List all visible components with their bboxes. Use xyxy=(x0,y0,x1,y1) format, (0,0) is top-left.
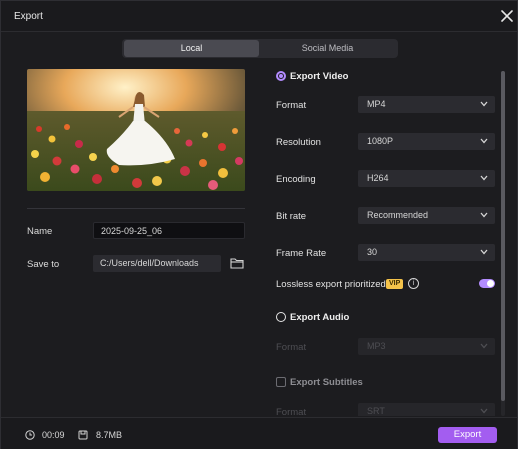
subtitle-format-select[interactable]: SRT xyxy=(358,403,495,416)
save-to-label: Save to xyxy=(27,259,60,270)
save-to-path-field[interactable]: C:/Users/dell/Downloads xyxy=(93,255,221,272)
divider xyxy=(27,208,245,209)
chevron-down-icon xyxy=(480,101,488,107)
video-preview-thumbnail xyxy=(27,69,245,191)
format-value: MP4 xyxy=(367,99,386,109)
chevron-down-icon xyxy=(480,408,488,414)
close-icon xyxy=(501,10,513,22)
export-video-radio[interactable] xyxy=(276,71,286,81)
export-target-tabs: Local Social Media xyxy=(122,39,398,58)
bit-rate-select[interactable]: Recommended xyxy=(358,207,495,224)
footer-bar: 00:09 8.7MB Export xyxy=(1,417,517,449)
tab-social-media[interactable]: Social Media xyxy=(259,40,396,57)
export-dialog: Export Local Social Media Name 2025-09-2… xyxy=(0,0,518,449)
close-button[interactable] xyxy=(498,7,516,25)
subtitle-format-label: Format xyxy=(276,407,307,416)
encoding-label: Encoding xyxy=(276,174,316,185)
encoding-select[interactable]: H264 xyxy=(358,170,495,187)
chevron-down-icon xyxy=(480,175,488,181)
export-button[interactable]: Export xyxy=(438,427,497,443)
chevron-down-icon xyxy=(480,343,488,349)
format-label: Format xyxy=(276,100,307,111)
frame-rate-select[interactable]: 30 xyxy=(358,244,495,261)
encoding-value: H264 xyxy=(367,173,389,183)
export-video-title: Export Video xyxy=(290,71,349,82)
resolution-select[interactable]: 1080P xyxy=(358,133,495,150)
name-label: Name xyxy=(27,226,53,237)
format-select[interactable]: MP4 xyxy=(358,96,495,113)
file-size-text: 8.7MB xyxy=(96,430,123,440)
tab-local[interactable]: Local xyxy=(124,40,259,57)
duration-text: 00:09 xyxy=(42,430,65,440)
folder-icon[interactable] xyxy=(230,257,244,269)
export-audio-title: Export Audio xyxy=(290,312,350,323)
bit-rate-value: Recommended xyxy=(367,210,429,220)
window-title: Export xyxy=(14,11,43,22)
frame-rate-value: 30 xyxy=(367,247,378,257)
frame-rate-label: Frame Rate xyxy=(276,248,327,259)
lossless-toggle[interactable] xyxy=(479,279,495,288)
chevron-down-icon xyxy=(480,249,488,255)
name-input[interactable]: 2025-09-25_06 xyxy=(93,222,245,239)
chevron-down-icon xyxy=(480,138,488,144)
subtitle-format-value: SRT xyxy=(367,406,385,416)
scrollbar-thumb[interactable] xyxy=(501,71,505,401)
title-bar: Export xyxy=(1,1,517,32)
lossless-label: Lossless export prioritized xyxy=(276,279,386,290)
info-icon[interactable]: i xyxy=(408,278,419,289)
export-audio-radio[interactable] xyxy=(276,312,286,322)
audio-format-value: MP3 xyxy=(367,341,386,351)
audio-format-select[interactable]: MP3 xyxy=(358,338,495,355)
resolution-value: 1080P xyxy=(367,136,394,146)
file-size-icon xyxy=(78,430,88,440)
export-subtitles-title: Export Subtitles xyxy=(290,377,363,388)
chevron-down-icon xyxy=(480,212,488,218)
clock-icon xyxy=(25,430,35,440)
settings-scrollbar[interactable] xyxy=(501,71,505,416)
audio-format-label: Format xyxy=(276,342,307,353)
resolution-label: Resolution xyxy=(276,137,321,148)
bit-rate-label: Bit rate xyxy=(276,211,307,222)
export-settings-panel: Export Video Format MP4 Resolution 1080P… xyxy=(263,61,499,416)
export-subtitles-checkbox[interactable] xyxy=(276,377,286,387)
vip-badge: VIP xyxy=(386,279,404,289)
